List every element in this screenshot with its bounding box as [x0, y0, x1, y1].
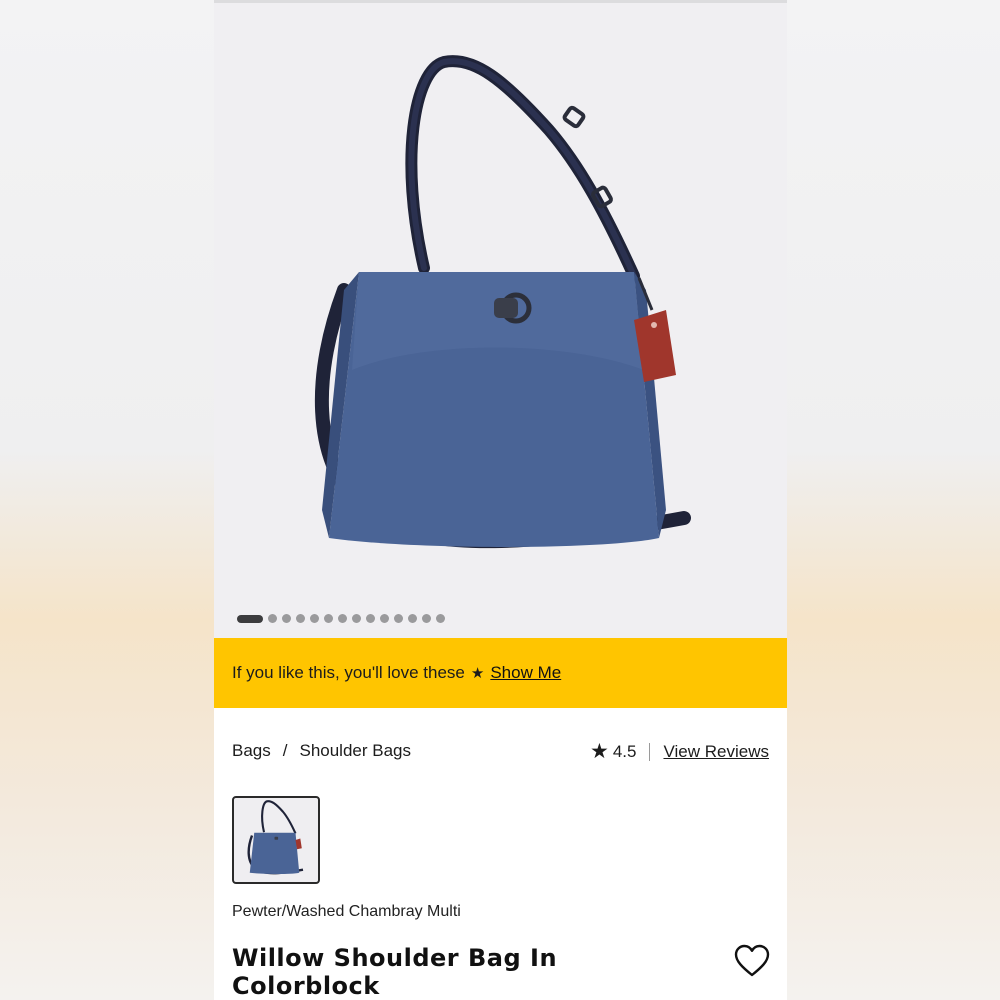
heart-outline-icon[interactable] [734, 944, 770, 978]
carousel-dot[interactable] [237, 614, 263, 623]
breadcrumb-item-bags[interactable]: Bags [232, 741, 271, 761]
product-image [314, 55, 691, 549]
breadcrumb-separator: / [282, 741, 288, 760]
carousel-dot[interactable] [296, 614, 305, 623]
carousel-dot[interactable] [268, 614, 277, 623]
selected-color-name: Pewter/Washed Chambray Multi [232, 903, 461, 920]
product-image-carousel[interactable] [214, 0, 787, 638]
rating-star-icon: ★ [590, 740, 609, 763]
breadcrumb: Bags / Shoulder Bags [232, 741, 411, 761]
carousel-dot[interactable] [422, 614, 431, 623]
show-me-link[interactable]: Show Me [490, 663, 561, 683]
breadcrumb-item-shoulder-bags[interactable]: Shoulder Bags [299, 741, 411, 761]
carousel-dot[interactable] [436, 614, 445, 623]
star-icon: ★ [470, 665, 485, 682]
thumbnail-image [247, 800, 304, 875]
carousel-dot[interactable] [394, 614, 403, 623]
product-page: If you like this, you'll love these ★ Sh… [214, 0, 787, 1000]
carousel-dot[interactable] [310, 614, 319, 623]
background-blur-left [0, 0, 214, 1000]
product-title: Willow Shoulder Bag In Colorblock [232, 944, 558, 1000]
rating-value: 4.5 [612, 741, 637, 761]
color-swatch-thumbnail[interactable] [232, 796, 320, 884]
carousel-pagination[interactable] [237, 614, 445, 623]
carousel-dot[interactable] [380, 614, 389, 623]
carousel-dot[interactable] [338, 614, 347, 623]
recommendation-text: If you like this, you'll love these [232, 663, 465, 682]
carousel-dot[interactable] [324, 614, 333, 623]
rating-summary: ★ 4.5 View Reviews [590, 741, 769, 762]
rating-divider [649, 742, 651, 761]
carousel-dot[interactable] [366, 614, 375, 623]
carousel-dot[interactable] [352, 614, 361, 623]
top-divider [214, 0, 787, 3]
carousel-dot[interactable] [282, 614, 291, 623]
carousel-dot[interactable] [408, 614, 417, 623]
view-reviews-link[interactable]: View Reviews [663, 742, 769, 762]
recommendation-banner: If you like this, you'll love these ★ Sh… [214, 638, 787, 708]
background-blur-right [787, 0, 1000, 1000]
